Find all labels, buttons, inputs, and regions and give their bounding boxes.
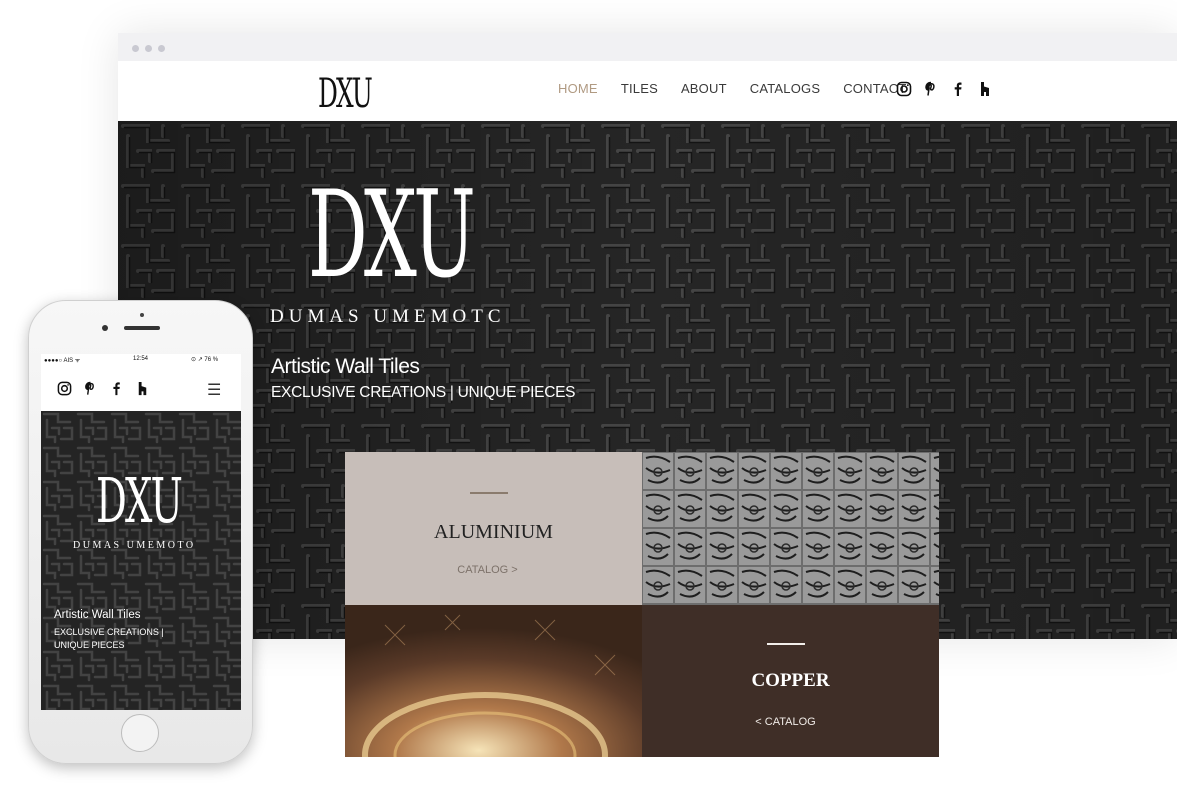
divider (767, 642, 805, 645)
mobile-hero-title: Artistic Wall Tiles (54, 609, 141, 621)
battery-status: ⊙ ↗ 76 % (191, 357, 219, 363)
window-dot (145, 45, 152, 52)
home-button[interactable] (121, 714, 159, 752)
site-header: DXU HOME TILES ABOUT CATALOGS CONTACT (118, 61, 1177, 121)
pinterest-icon[interactable] (923, 81, 939, 97)
proximity-sensor (140, 313, 144, 317)
mobile-hero: DXU DUMAS UMEMOTO Artistic Wall Tiles EX… (41, 411, 241, 710)
window-dot (158, 45, 165, 52)
hero-title: Artistic Wall Tiles (271, 355, 420, 378)
hero-subtitle: EXCLUSIVE CREATIONS | UNIQUE PIECES (271, 384, 576, 401)
window-dot (132, 45, 139, 52)
divider (470, 492, 508, 494)
houzz-icon[interactable] (977, 81, 993, 97)
nav-about[interactable]: ABOUT (681, 81, 727, 96)
tile-pattern-image (41, 411, 241, 710)
mobile-header: ☰ (41, 366, 241, 411)
facebook-icon[interactable] (109, 381, 124, 396)
aluminium-catalog-card[interactable]: ALUMINIUM CATALOG > (345, 452, 642, 605)
mobile-hero-logo: DXU (96, 464, 183, 537)
copper-catalog-card[interactable]: COPPER < CATALOG (642, 604, 939, 757)
instagram-icon[interactable] (57, 381, 72, 396)
mobile-social-links (57, 381, 150, 396)
aluminium-catalog-link[interactable]: CATALOG > (345, 564, 636, 576)
aluminium-tiles-image (642, 452, 939, 605)
catalog-grid: ALUMINIUM CATALOG > COPPER < CATALOG (345, 452, 939, 757)
social-links (896, 81, 993, 97)
facebook-icon[interactable] (950, 81, 966, 97)
instagram-icon[interactable] (896, 81, 912, 97)
phone-screen: ●●●●○ AIS ᯤ 12:54 ⊙ ↗ 76 % ☰ DXU DUMAS U… (41, 354, 241, 710)
main-nav: HOME TILES ABOUT CATALOGS CONTACT (558, 81, 929, 96)
hamburger-menu-icon[interactable]: ☰ (207, 380, 221, 400)
site-logo[interactable]: DXU (318, 72, 373, 116)
browser-chrome (118, 33, 1177, 61)
mobile-hero-subtitle-line1: EXCLUSIVE CREATIONS | (54, 627, 164, 637)
hero-brand-name: DUMAS UMEMOTC (270, 306, 506, 327)
houzz-icon[interactable] (135, 381, 150, 396)
aluminium-title: ALUMINIUM (434, 521, 553, 543)
nav-catalogs[interactable]: CATALOGS (750, 81, 820, 96)
phone-mockup: ●●●●○ AIS ᯤ 12:54 ⊙ ↗ 76 % ☰ DXU DUMAS U… (28, 300, 253, 764)
status-bar: ●●●●○ AIS ᯤ 12:54 ⊙ ↗ 76 % (41, 354, 241, 366)
carrier-signal: ●●●●○ AIS ᯤ (44, 358, 81, 364)
nav-home[interactable]: HOME (558, 81, 598, 96)
copper-catalog-link[interactable]: < CATALOG (642, 716, 934, 728)
hero-logo: DXU (308, 166, 476, 305)
copper-tiles-image (345, 604, 642, 757)
nav-tiles[interactable]: TILES (621, 81, 658, 96)
mobile-brand-name: DUMAS UMEMOTO (73, 540, 196, 551)
pinterest-icon[interactable] (83, 381, 98, 396)
front-camera (102, 325, 108, 331)
copper-title: COPPER (751, 669, 830, 691)
status-time: 12:54 (133, 356, 149, 362)
mobile-hero-subtitle-line2: UNIQUE PIECES (54, 640, 125, 650)
earpiece-speaker (124, 326, 160, 330)
